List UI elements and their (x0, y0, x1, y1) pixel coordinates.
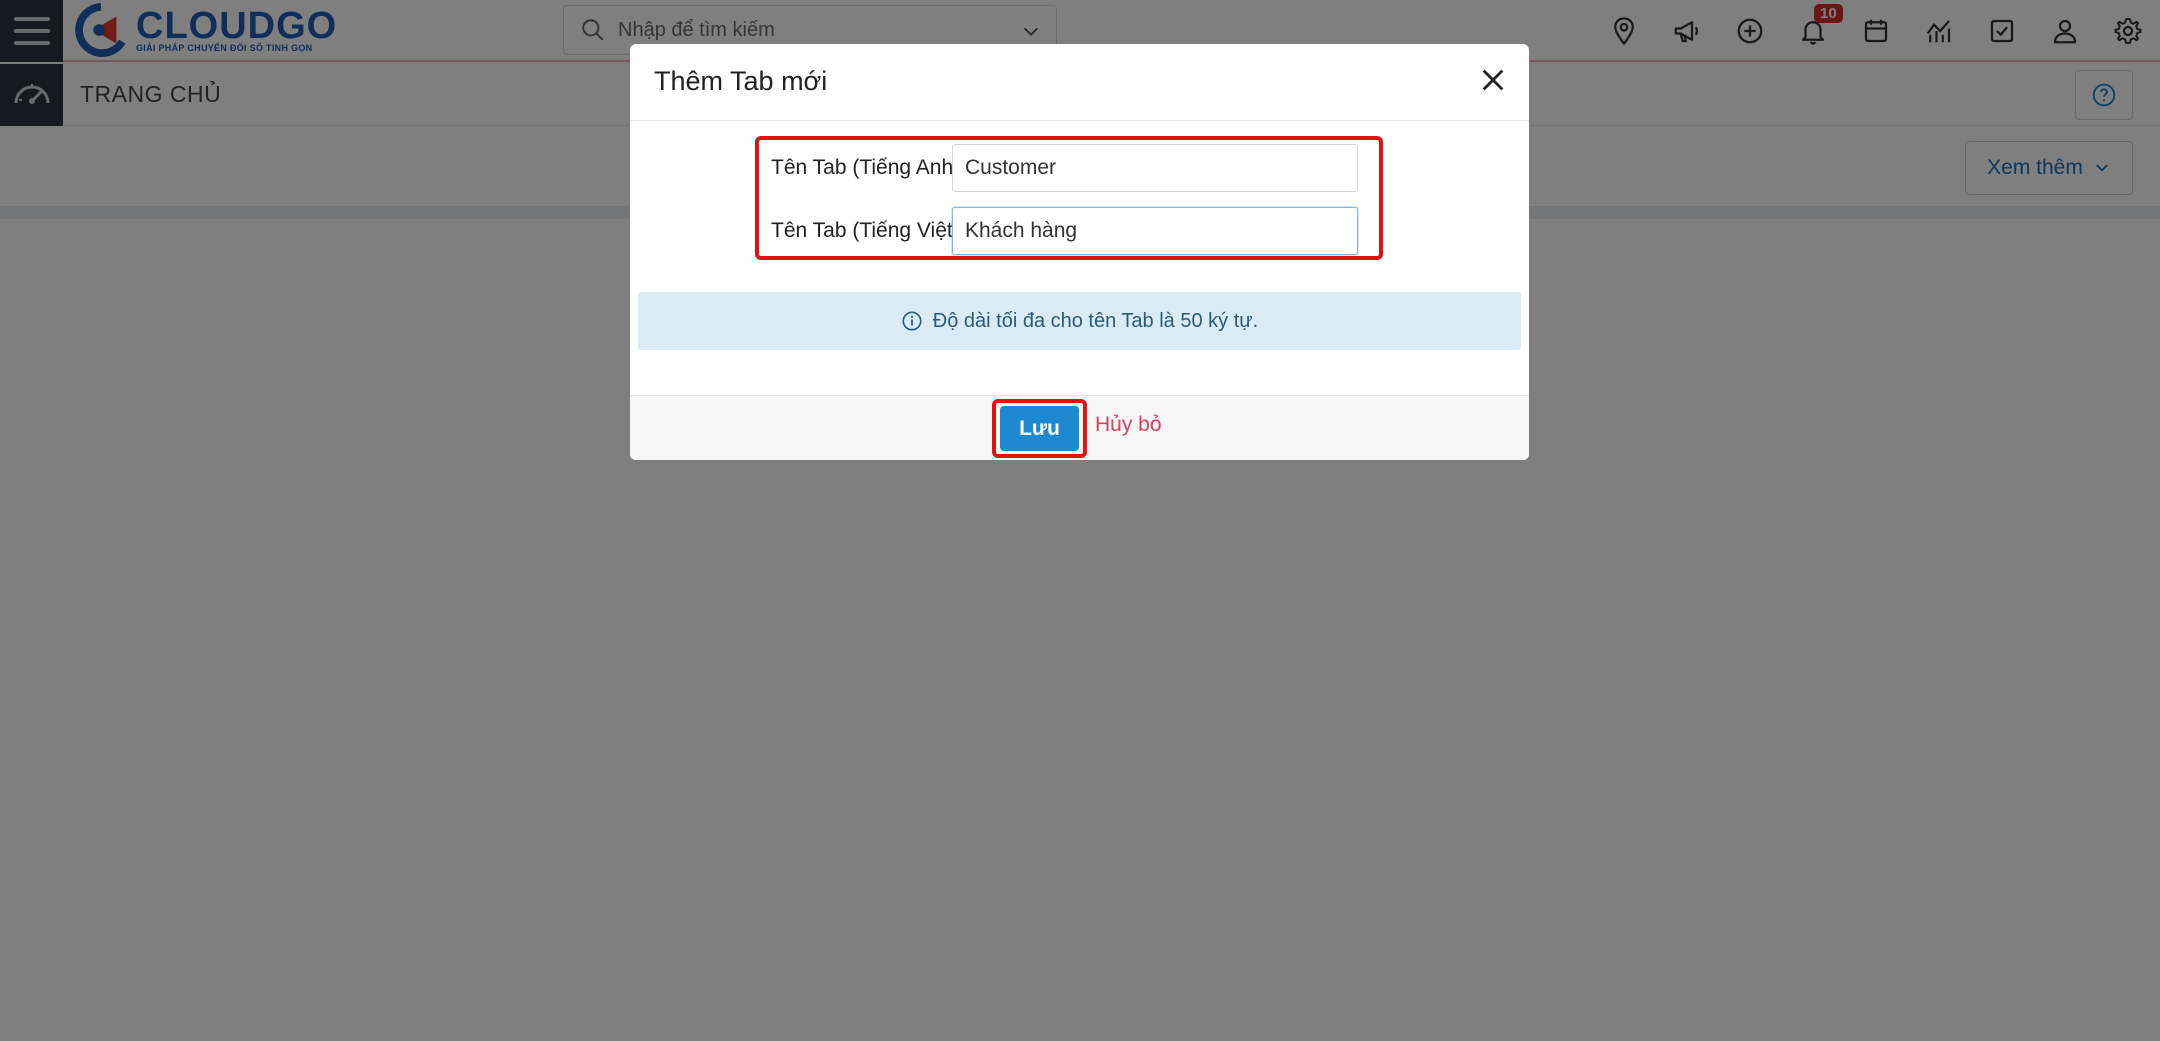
modal-header: Thêm Tab mới (630, 44, 1529, 121)
info-text: Độ dài tối đa cho tên Tab là 50 ký tự. (932, 309, 1259, 332)
modal-footer: Lưu Hủy bỏ (630, 395, 1529, 460)
save-button[interactable]: Lưu (1000, 406, 1079, 451)
cancel-button[interactable]: Hủy bỏ (1095, 413, 1162, 437)
tab-name-en-label: Tên Tab (Tiếng Anh)* (771, 156, 972, 179)
modal-title: Thêm Tab mới (654, 66, 828, 96)
close-icon (1482, 69, 1504, 91)
add-tab-modal: Thêm Tab mới Tên Tab (Tiếng Anh)* Tên Ta… (630, 44, 1529, 460)
tab-name-fields-highlight: Tên Tab (Tiếng Anh)* Tên Tab (Tiếng Việt… (755, 136, 1383, 260)
info-alert: Độ dài tối đa cho tên Tab là 50 ký tự. (638, 292, 1521, 350)
info-icon (902, 311, 922, 331)
tab-name-vi-label: Tên Tab (Tiếng Việt)* (771, 219, 972, 242)
tab-name-en-input[interactable] (952, 144, 1358, 192)
tab-name-vi-input[interactable] (952, 207, 1358, 255)
close-button[interactable] (1477, 64, 1509, 96)
save-button-highlight: Lưu (992, 399, 1087, 458)
